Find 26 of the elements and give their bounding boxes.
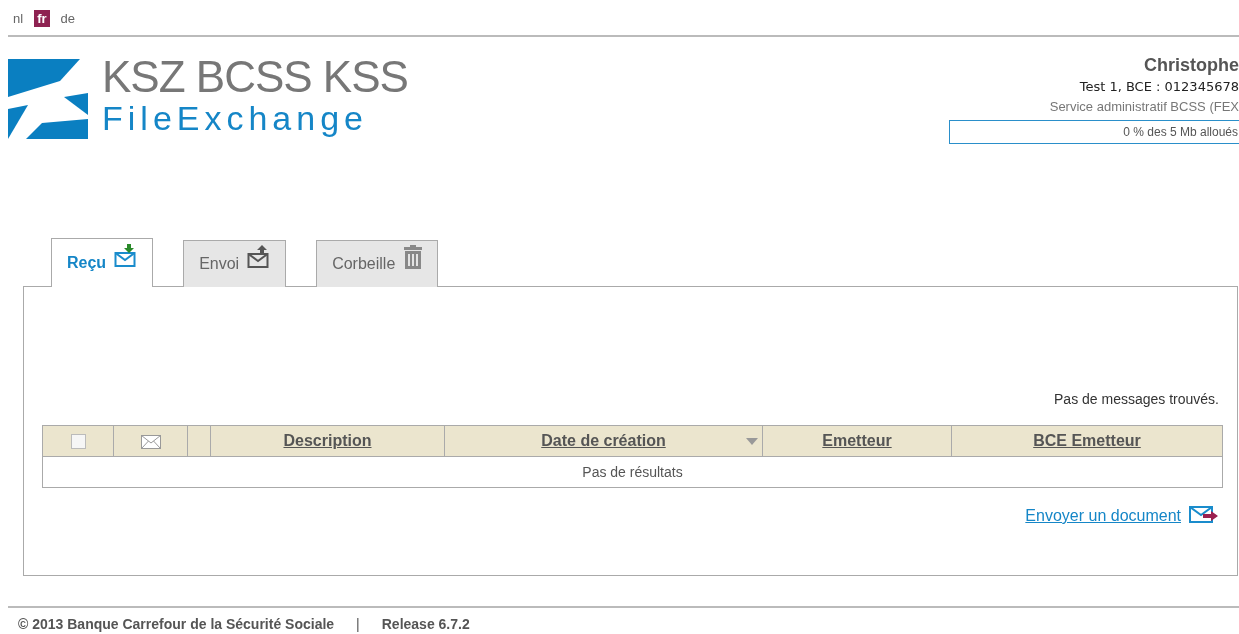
status-message: Pas de messages trouvés. [1053, 391, 1219, 409]
envelope-up-arrow-icon [247, 245, 272, 269]
organisation-text: Test 1, BCE : 012345678 [1079, 79, 1239, 94]
column-header-link[interactable]: Emetteur [822, 432, 892, 449]
separator-text: | [356, 616, 360, 632]
logo-subtitle: FileExchange [102, 99, 369, 137]
release-text: Release 6.7.2 [381, 616, 470, 632]
logo-mark-icon [8, 59, 88, 139]
copyright-text: © 2013 Banque Carrefour de la Sécurité Sociale [18, 616, 335, 632]
service-text: Service administratif BCSS (FEX [1049, 99, 1239, 114]
envelope-down-arrow-icon [114, 244, 139, 268]
select-all-checkbox[interactable] [70, 434, 86, 450]
tab[interactable]: Reçu [51, 238, 154, 287]
envelope-send-icon[interactable] [1189, 506, 1219, 526]
language-link[interactable]: de [57, 10, 78, 27]
user-name: Christophe [1144, 55, 1239, 76]
send-document-link[interactable]: Envoyer un document [1025, 507, 1181, 525]
tab[interactable]: Envoi [183, 240, 287, 287]
logo-title: KSZ BCSS KSS [102, 55, 408, 99]
language-link[interactable]: nl [10, 10, 27, 27]
empty-table-text: Pas de résultats [582, 464, 683, 480]
quota-label: 0 % des 5 Mb alloués [1123, 125, 1239, 139]
tab[interactable]: Corbeille [316, 240, 439, 287]
envelope-icon [140, 435, 161, 450]
language-link[interactable]: fr [34, 10, 50, 27]
trash-icon [403, 245, 424, 269]
